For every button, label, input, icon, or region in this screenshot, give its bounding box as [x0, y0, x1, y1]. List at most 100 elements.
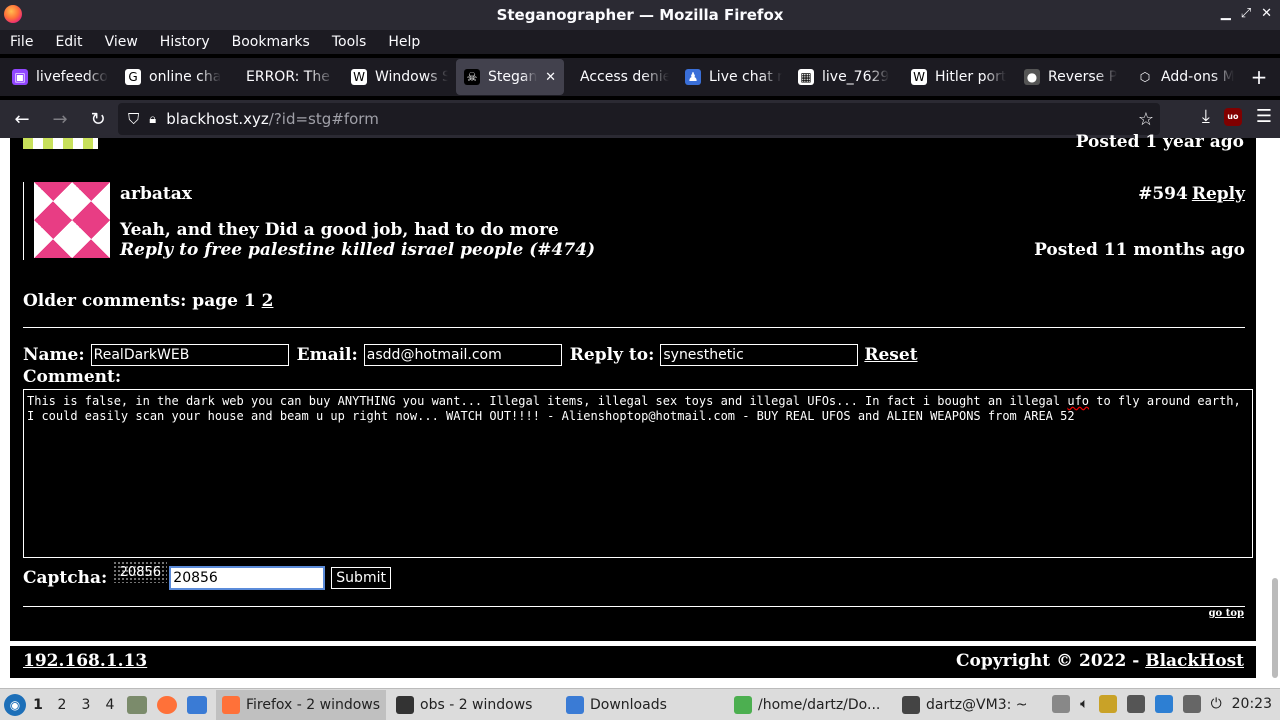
- file-manager-icon[interactable]: [127, 695, 147, 714]
- display-icon[interactable]: [1182, 695, 1201, 713]
- lock-icon[interactable]: 🔒︎: [149, 112, 156, 127]
- task-3[interactable]: /home/dartz/Do...: [728, 690, 892, 720]
- tab-2[interactable]: ERROR: The r: [230, 59, 343, 95]
- ublock-icon[interactable]: uo: [1223, 107, 1242, 126]
- task-app-icon: [396, 695, 414, 714]
- puzzle-icon: ⬡: [1139, 70, 1151, 84]
- shield-icon[interactable]: ⛉: [128, 110, 139, 128]
- tab-7[interactable]: ▦ live_7629: [790, 59, 903, 95]
- divider: [23, 606, 1245, 607]
- new-tab-icon[interactable]: +: [1248, 65, 1270, 89]
- reset-link[interactable]: Reset: [864, 345, 917, 365]
- workspace-2[interactable]: 2: [50, 697, 74, 713]
- tab-label: ERROR: The r: [246, 69, 335, 85]
- tab-label: live_7629: [822, 69, 890, 85]
- tab-10[interactable]: ⬡ Add-ons M: [1129, 59, 1242, 95]
- task-label: obs - 2 windows: [420, 696, 533, 713]
- tab-strip: ▣ livefeedco Gonline cha ERROR: The r W Windo…: [0, 58, 1280, 96]
- tab-0[interactable]: ▣ livefeedco: [4, 59, 117, 95]
- menu-view[interactable]: View: [105, 34, 138, 50]
- comment-form-row: Name: Email: Reply to: Reset: [23, 344, 918, 366]
- copyright: Copyright © 2022 - BlackHost: [956, 651, 1244, 671]
- menu-tools[interactable]: Tools: [332, 34, 367, 50]
- page-current: 1: [243, 291, 256, 311]
- notes-icon[interactable]: [1098, 695, 1117, 713]
- minimize-icon[interactable]: ▁: [1221, 6, 1231, 21]
- avatar: [23, 138, 98, 149]
- captcha-input[interactable]: 20856: [169, 566, 326, 590]
- clock: 20:23: [1231, 696, 1272, 712]
- terminal-icon[interactable]: [187, 695, 207, 714]
- submit-button[interactable]: Submit: [331, 567, 391, 589]
- workspace-3[interactable]: 3: [74, 697, 98, 713]
- chat-icon: ♟: [685, 69, 701, 85]
- tab-3[interactable]: W Windows S: [343, 59, 456, 95]
- tab-4[interactable]: ☠ Stegano ✕: [456, 59, 564, 95]
- volume-icon[interactable]: 🔈︎: [1080, 696, 1088, 712]
- page-link-2[interactable]: 2: [262, 291, 274, 311]
- power-icon[interactable]: ⏻: [1211, 696, 1222, 712]
- reload-icon[interactable]: ↻: [82, 103, 114, 135]
- task-list: Firefox - 2 windows obs - 2 windows Downlo…: [212, 689, 1046, 720]
- name-input[interactable]: [90, 344, 289, 366]
- firefox-icon[interactable]: [157, 695, 177, 714]
- task-label: /home/dartz/Do...: [758, 696, 881, 713]
- go-top-link[interactable]: go top: [1209, 608, 1244, 619]
- posted-time: Posted 1 year ago: [1075, 132, 1244, 152]
- tab-label: Hitler port: [935, 69, 1007, 85]
- hamburger-menu-icon[interactable]: ☰: [1256, 106, 1272, 127]
- reply-link[interactable]: Reply: [1192, 184, 1245, 204]
- blackhost-link[interactable]: BlackHost: [1145, 651, 1244, 671]
- tab-label: Windows S: [375, 69, 448, 85]
- tab-1[interactable]: Gonline cha: [117, 59, 230, 95]
- task-0[interactable]: Firefox - 2 windows: [216, 689, 386, 720]
- bookmark-star-icon[interactable]: ☆: [1138, 109, 1154, 130]
- tab-9[interactable]: ● Reverse P: [1016, 59, 1129, 95]
- workspace-1[interactable]: 1: [26, 697, 50, 713]
- close-icon[interactable]: ✕: [1261, 6, 1272, 21]
- back-arrow-icon[interactable]: ←: [6, 103, 38, 135]
- captcha-image: 20856: [113, 561, 168, 583]
- comment-textarea[interactable]: This is false, in the dark web you can b…: [23, 389, 1253, 558]
- page-content: Posted 1 year ago arbatax #594 Reply Yeah…: [0, 132, 1280, 688]
- workspace-4[interactable]: 4: [98, 697, 122, 713]
- task-4[interactable]: dartz@VM3: ~: [896, 690, 1046, 720]
- start-menu-icon[interactable]: ◉: [4, 693, 26, 716]
- email-input[interactable]: [363, 344, 562, 366]
- task-1[interactable]: obs - 2 windows: [390, 690, 556, 720]
- task-2[interactable]: Downloads: [560, 690, 724, 720]
- tab-label: Live chat r: [709, 69, 782, 85]
- comment-username: arbatax: [120, 184, 192, 204]
- comment-id: #594: [1138, 184, 1188, 204]
- menu-bar: File Edit View History Bookmarks Tools H…: [0, 30, 1280, 54]
- task-label: Firefox - 2 windows: [246, 696, 381, 713]
- system-tray: 🔈︎ ⏻ 20:23: [1052, 695, 1272, 713]
- menu-bookmarks[interactable]: Bookmarks: [232, 34, 310, 50]
- tab-close-icon[interactable]: ✕: [545, 70, 556, 85]
- menu-file[interactable]: File: [10, 34, 33, 50]
- clipboard-icon[interactable]: [1052, 695, 1071, 713]
- reply-to-input[interactable]: [660, 344, 859, 366]
- menu-edit[interactable]: Edit: [55, 34, 82, 50]
- ip-address[interactable]: 192.168.1.13: [23, 651, 147, 671]
- task-app-icon: [222, 695, 240, 714]
- download-icon[interactable]: ⤓: [1202, 106, 1210, 127]
- network-icon[interactable]: [1126, 695, 1145, 713]
- forward-arrow-icon[interactable]: →: [44, 103, 76, 135]
- comment-reply-to[interactable]: Reply to free palestine killed israel pe…: [120, 240, 595, 260]
- captcha-row: Captcha: 20856 20856 Submit: [23, 561, 391, 590]
- scrollbar[interactable]: [1272, 578, 1278, 678]
- comment-number: #594 Reply: [1138, 184, 1245, 204]
- tab-6[interactable]: ♟ Live chat r: [677, 59, 790, 95]
- tab-label: Add-ons M: [1161, 69, 1234, 85]
- tab-label: online cha: [149, 69, 222, 85]
- tab-5[interactable]: Access denie: [564, 59, 677, 95]
- menu-history[interactable]: History: [160, 34, 210, 50]
- toolbar-right: ⤓ uo ☰: [1202, 106, 1272, 127]
- tab-label: livefeedco: [36, 69, 108, 85]
- url-bar[interactable]: ⛉ 🔒︎ blackhost.xyz/?id=stg#form ☆: [118, 103, 1160, 135]
- tab-8[interactable]: W Hitler port: [903, 59, 1016, 95]
- update-icon[interactable]: [1154, 695, 1173, 713]
- restore-icon[interactable]: ⤢: [1241, 6, 1251, 21]
- menu-help[interactable]: Help: [388, 34, 420, 50]
